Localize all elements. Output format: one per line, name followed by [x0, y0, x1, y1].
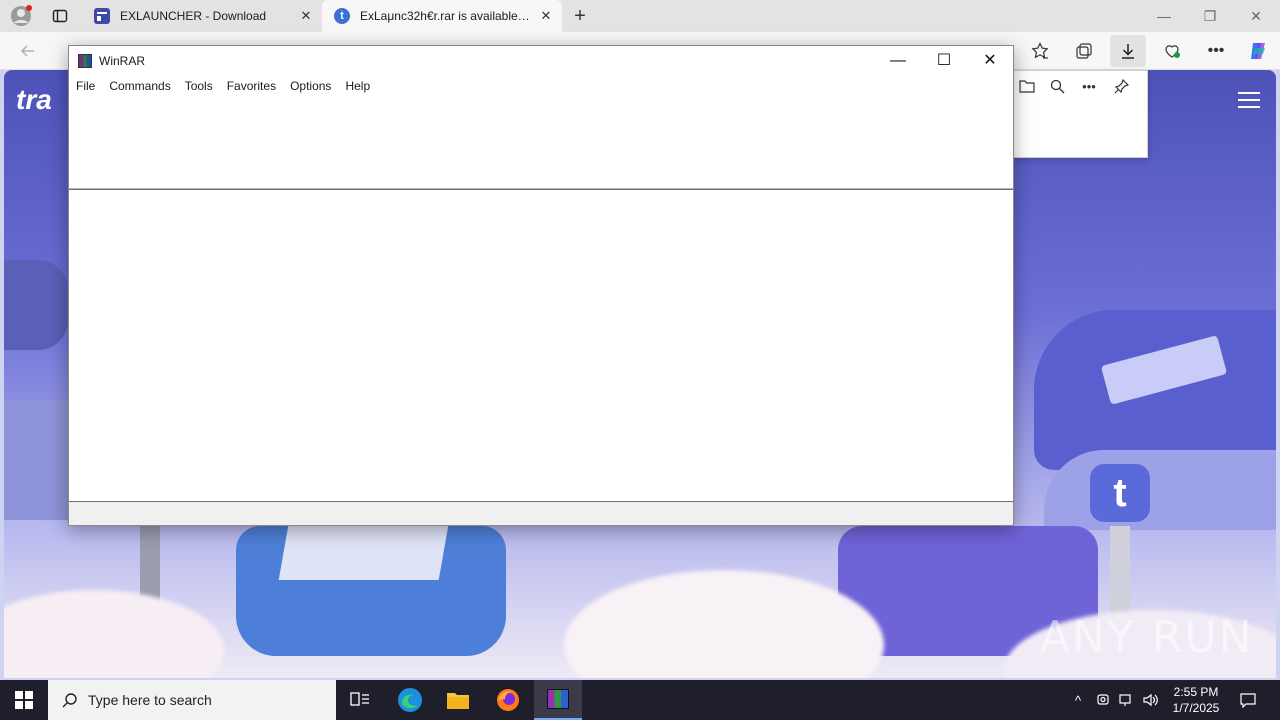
edge-browser-icon[interactable] [386, 680, 434, 720]
winrar-title: WinRAR [99, 54, 146, 68]
browser-essentials-icon[interactable] [1156, 35, 1188, 67]
decorative-cloud [4, 590, 224, 678]
tab-actions-icon[interactable] [48, 4, 72, 28]
winrar-title-bar[interactable]: WinRAR — ☐ ✕ [69, 46, 1013, 76]
volume-icon[interactable] [1140, 680, 1162, 720]
decorative-conveyor [4, 260, 68, 350]
search-placeholder: Type here to search [88, 692, 212, 708]
menu-help[interactable]: Help [345, 79, 370, 93]
anyrun-watermark: ANY RUN [1040, 612, 1254, 663]
pin-icon[interactable] [1107, 73, 1135, 99]
decorative-conveyor [4, 400, 68, 520]
winrar-status-bar [69, 502, 1013, 525]
file-explorer-icon[interactable] [434, 680, 482, 720]
hamburger-menu-icon[interactable] [1238, 92, 1260, 110]
winrar-file-list[interactable] [69, 189, 1013, 502]
search-icon [62, 693, 77, 708]
menu-options[interactable]: Options [290, 79, 331, 93]
show-hidden-icons-chevron-icon[interactable]: ^ [1066, 680, 1090, 720]
search-downloads-icon[interactable] [1043, 73, 1071, 99]
taskbar-search-box[interactable]: Type here to search [48, 680, 336, 720]
profile-avatar-icon[interactable] [8, 4, 34, 28]
close-tab-icon[interactable]: ✕ [298, 8, 314, 24]
clock-date: 1/7/2025 [1172, 701, 1220, 715]
clock[interactable]: 2:55 PM 1/7/2025 [1166, 680, 1226, 720]
winrar-close-icon[interactable]: ✕ [967, 46, 1013, 76]
decorative-papers [278, 520, 450, 580]
winrar-menu-bar: File Commands Tools Favorites Options He… [69, 76, 1013, 96]
site-logo-text: tra [16, 84, 52, 115]
browser-close-icon[interactable]: ✕ [1233, 0, 1279, 32]
firefox-icon[interactable] [484, 680, 532, 720]
site-favicon-icon: t [334, 8, 350, 24]
winrar-maximize-icon[interactable]: ☐ [921, 46, 967, 76]
menu-commands[interactable]: Commands [109, 79, 170, 93]
winrar-toolbar-area [69, 96, 1013, 189]
network-icon[interactable] [1116, 680, 1138, 720]
windows-taskbar: Type here to search ^ 2:55 PM 1/7/2025 [0, 680, 1280, 720]
tab-title: EXLAUNCHER - Download [120, 9, 267, 23]
decorative-cloud [564, 570, 884, 678]
tab-title: ExLaμnc32h€r.rar is available for d [360, 9, 532, 23]
menu-favorites[interactable]: Favorites [227, 79, 276, 93]
more-options-icon[interactable]: ••• [1200, 35, 1232, 67]
copilot-icon[interactable] [1242, 35, 1274, 67]
favorites-star-icon[interactable] [1024, 35, 1056, 67]
device-tray-icon[interactable] [1092, 680, 1114, 720]
winrar-taskbar-icon[interactable] [534, 680, 582, 720]
back-arrow-icon[interactable] [12, 35, 44, 67]
site-favicon-icon [94, 8, 110, 24]
close-tab-icon[interactable]: ✕ [538, 8, 554, 24]
winrar-minimize-icon[interactable]: — [875, 46, 921, 76]
winrar-window: WinRAR — ☐ ✕ File Commands Tools Favorit… [68, 45, 1014, 526]
clock-time: 2:55 PM [1173, 685, 1219, 699]
browser-restore-icon[interactable]: ❐ [1187, 0, 1233, 32]
start-windows-icon[interactable] [0, 680, 48, 720]
winrar-app-icon [78, 54, 92, 68]
new-tab-plus-icon[interactable]: + [568, 4, 592, 28]
menu-file[interactable]: File [76, 79, 95, 93]
transfer-logo-icon: t [1090, 464, 1150, 522]
task-view-icon[interactable] [336, 680, 384, 720]
menu-tools[interactable]: Tools [185, 79, 213, 93]
browser-minimize-icon[interactable]: — [1141, 0, 1187, 32]
downloads-icon[interactable] [1110, 35, 1146, 67]
tab-rar-available[interactable]: t ExLaμnc32h€r.rar is available for d ✕ [322, 0, 562, 32]
downloads-more-icon[interactable]: ••• [1075, 73, 1103, 99]
downloads-flyout: ••• [1012, 70, 1148, 158]
open-folder-icon[interactable] [1013, 73, 1041, 99]
tab-exlauncher-download[interactable]: EXLAUNCHER - Download ✕ [84, 0, 322, 32]
decorative-conveyor [1044, 450, 1276, 530]
notifications-icon[interactable] [1234, 680, 1262, 720]
collections-icon[interactable] [1068, 35, 1100, 67]
browser-tab-bar: EXLAUNCHER - Download ✕ t ExLaμnc32h€r.r… [0, 0, 1280, 32]
